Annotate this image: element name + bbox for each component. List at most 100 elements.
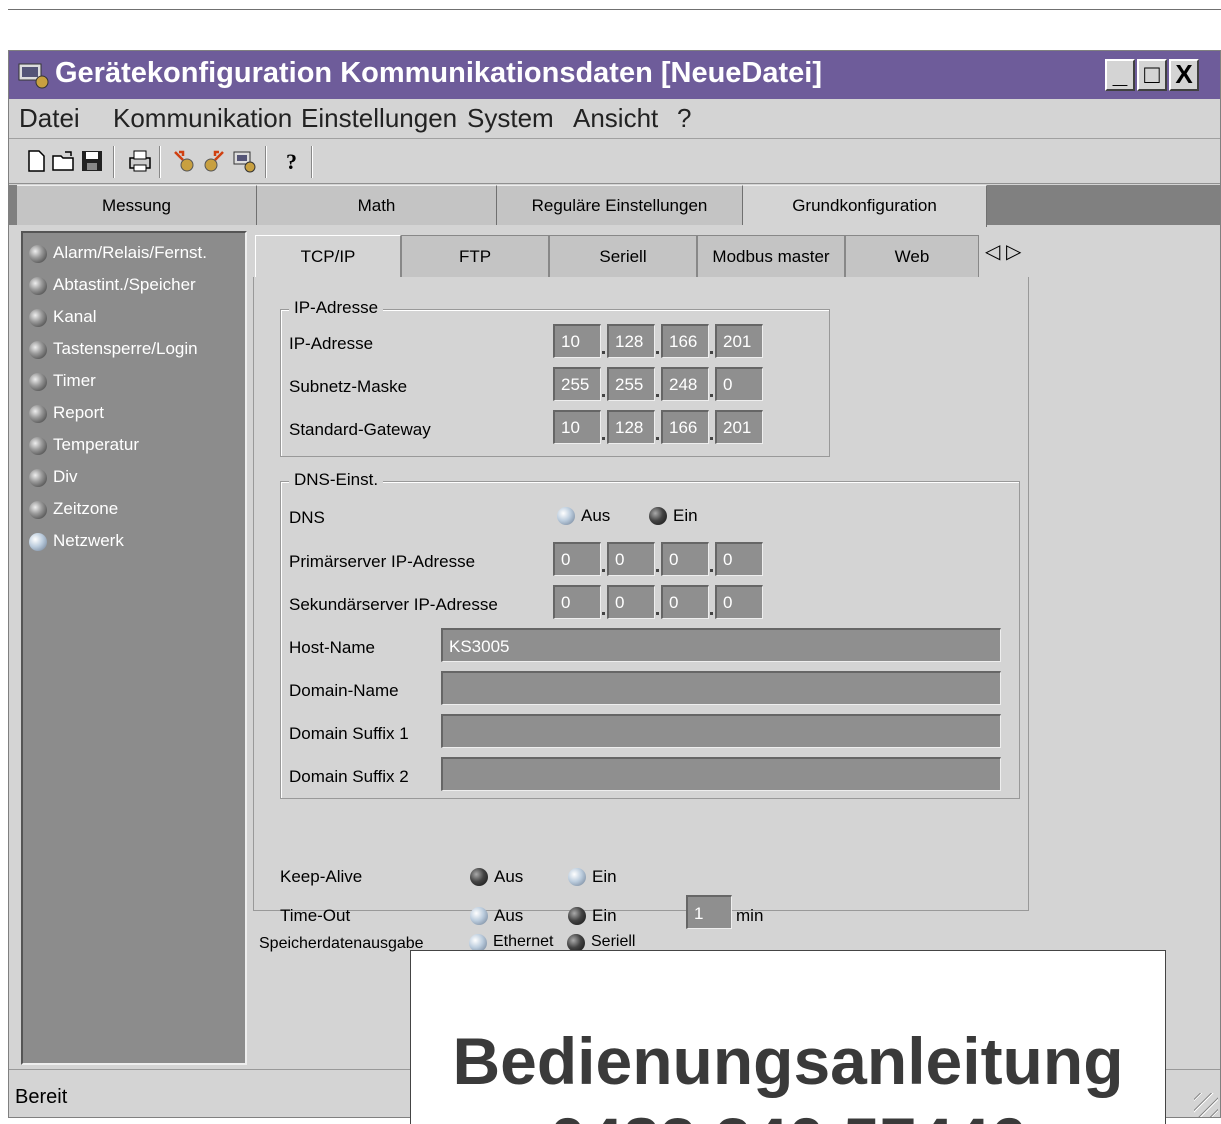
sub-tab-strip: TCP/IP FTP Seriell Modbus master Web ◁ ▷ (255, 235, 1035, 279)
octet[interactable]: 248 (661, 367, 709, 401)
menu-datei[interactable]: Datei (19, 103, 80, 134)
radio-icon (470, 907, 488, 925)
manual-number: 0482 240 57446 (411, 1103, 1165, 1124)
dns-on-radio[interactable]: Ein (649, 506, 719, 528)
tab-grundkonfiguration[interactable]: Grundkonfiguration (743, 185, 987, 227)
host-name-field[interactable]: KS3005 (441, 628, 1001, 662)
tab-web[interactable]: Web (845, 235, 979, 277)
menu-ansicht[interactable]: Ansicht (573, 103, 658, 134)
secondary-dns-field[interactable]: 0 0 0 0 (553, 585, 763, 619)
ip-address-field[interactable]: 10 128 166 201 (553, 324, 763, 358)
octet[interactable]: 0 (661, 585, 709, 619)
octet[interactable]: 0 (715, 367, 763, 401)
print-icon[interactable] (127, 148, 153, 174)
tab-regulaere-einstellungen[interactable]: Reguläre Einstellungen (497, 185, 743, 225)
octet[interactable]: 0 (553, 585, 601, 619)
tab-math[interactable]: Math (257, 185, 497, 225)
group-title: DNS-Einst. (289, 470, 384, 490)
subnet-mask-label: Subnetz-Maske (289, 377, 408, 396)
tab-messung[interactable]: Messung (17, 185, 257, 225)
open-folder-icon[interactable] (51, 148, 77, 174)
radio-label: Ein (592, 867, 617, 886)
minimize-button[interactable]: _ (1105, 59, 1135, 91)
menu-einstellungen[interactable]: Einstellungen (301, 103, 457, 134)
octet[interactable]: 255 (553, 367, 601, 401)
octet[interactable]: 0 (607, 585, 655, 619)
radio-icon (29, 437, 47, 455)
svg-text:?: ? (286, 149, 297, 174)
domain-suffix1-field[interactable] (441, 714, 1001, 748)
octet[interactable]: 0 (607, 542, 655, 576)
radio-icon (29, 341, 47, 359)
octet[interactable]: 201 (715, 324, 763, 358)
octet[interactable]: 166 (661, 324, 709, 358)
primary-dns-field[interactable]: 0 0 0 0 (553, 542, 763, 576)
octet[interactable]: 0 (715, 542, 763, 576)
tab-modbus-master[interactable]: Modbus master (697, 235, 845, 277)
octet[interactable]: 128 (607, 410, 655, 444)
octet[interactable]: 0 (661, 542, 709, 576)
radio-label: Seriell (591, 933, 636, 950)
tab-tcpip[interactable]: TCP/IP (255, 235, 401, 279)
timeout-minutes-field[interactable]: 1 (686, 895, 732, 929)
radio-label: Aus (494, 867, 524, 886)
radio-label: Ein (592, 906, 617, 925)
octet[interactable]: 10 (553, 324, 601, 358)
keepalive-off-radio[interactable]: Aus (470, 867, 540, 889)
maximize-button[interactable]: □ (1137, 59, 1167, 91)
octet[interactable]: 255 (607, 367, 655, 401)
octet[interactable]: 10 (553, 410, 601, 444)
radio-label: Ethernet (493, 933, 554, 950)
radio-icon (29, 309, 47, 327)
domain-suffix2-field[interactable] (441, 757, 1001, 791)
resize-grip-icon[interactable] (1194, 1093, 1218, 1117)
radio-selected-icon (470, 868, 488, 886)
disconnect-icon[interactable] (201, 148, 227, 174)
help-icon[interactable]: ? (279, 148, 305, 174)
domain-name-field[interactable] (441, 671, 1001, 705)
secondary-dns-label: Sekundärserver IP-Adresse (289, 595, 498, 614)
app-icon (18, 63, 49, 89)
tab-scroll-arrows-icon[interactable]: ◁ ▷ (985, 239, 1021, 264)
subnet-mask-field[interactable]: 255 255 248 0 (553, 367, 763, 401)
sidebar-nav: Alarm/Relais/Fernst. Abtastint./Speicher… (21, 231, 247, 1065)
tab-seriell[interactable]: Seriell (549, 235, 697, 277)
radio-selected-icon (568, 907, 586, 925)
toolbar-separator (159, 146, 161, 178)
timeout-on-radio[interactable]: Ein (568, 906, 638, 928)
device-icon[interactable] (231, 148, 257, 174)
close-button[interactable]: X (1169, 59, 1199, 91)
menu-system[interactable]: System (467, 103, 554, 134)
dns-label: DNS (289, 508, 325, 527)
timeout-off-radio[interactable]: Aus (470, 906, 540, 928)
toolbar-separator (311, 146, 313, 178)
octet[interactable]: 0 (553, 542, 601, 576)
tcpip-panel: IP-Adresse IP-Adresse 10 128 166 201 Sub… (253, 277, 1029, 929)
connect-icon[interactable] (171, 148, 197, 174)
radio-icon (29, 469, 47, 487)
toolbar-separator (265, 146, 267, 178)
sidebar-item-label: Netzwerk (53, 531, 124, 550)
timeout-unit-label: min (736, 906, 764, 925)
radio-icon (568, 868, 586, 886)
gateway-field[interactable]: 10 128 166 201 (553, 410, 763, 444)
dns-off-radio[interactable]: Aus (557, 506, 627, 528)
domain-suffix1-label: Domain Suffix 1 (289, 724, 409, 743)
radio-selected-icon (29, 533, 47, 551)
domain-name-label: Domain-Name (289, 681, 399, 700)
title-bar[interactable]: Gerätekonfiguration Kommunikationsdaten … (9, 51, 1220, 99)
ip-address-label: IP-Adresse (289, 334, 374, 353)
octet[interactable]: 201 (715, 410, 763, 444)
sidebar-item-label: Report (53, 403, 105, 422)
octet[interactable]: 166 (661, 410, 709, 444)
radio-label: Aus (494, 906, 524, 925)
save-icon[interactable] (79, 148, 105, 174)
new-file-icon[interactable] (23, 148, 49, 174)
octet[interactable]: 0 (715, 585, 763, 619)
tab-ftp[interactable]: FTP (401, 235, 549, 277)
menu-kommunikation[interactable]: Kommunikation (113, 103, 292, 134)
window-title: Gerätekonfiguration Kommunikationsdaten … (55, 57, 822, 89)
keepalive-on-radio[interactable]: Ein (568, 867, 638, 889)
menu-help[interactable]: ? (677, 103, 691, 134)
octet[interactable]: 128 (607, 324, 655, 358)
